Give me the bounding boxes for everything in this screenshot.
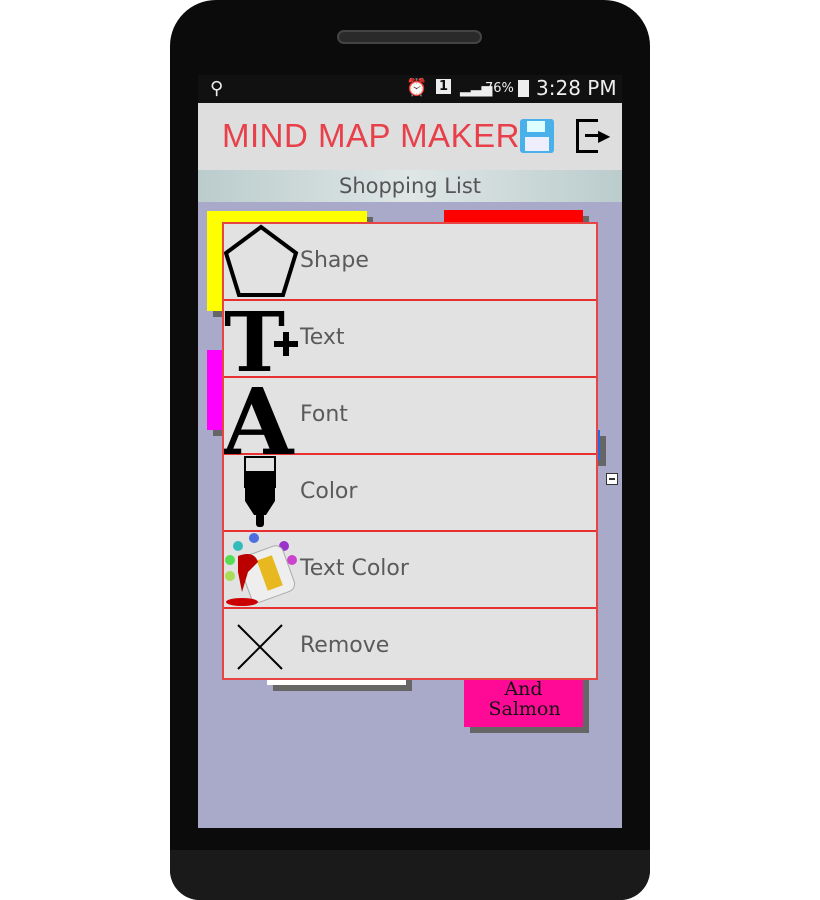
menu-item-text-color[interactable]: Text Color — [224, 532, 596, 609]
save-floppy-icon[interactable] — [520, 119, 554, 153]
map-title-bar: Shopping List — [198, 170, 622, 202]
paintbrush-icon — [244, 456, 276, 527]
menu-item-font[interactable]: A Font — [224, 378, 596, 455]
sim-icon: 1 — [436, 79, 452, 94]
app-title: MIND MAP MAKER — [222, 117, 520, 154]
pentagon-icon — [224, 224, 299, 297]
svg-text:A: A — [224, 378, 295, 455]
menu-item-text[interactable]: T Text — [224, 301, 596, 378]
svg-text:T: T — [224, 301, 285, 378]
menu-label: Text — [300, 325, 345, 350]
menu-item-remove[interactable]: Remove — [224, 609, 596, 686]
text-add-icon: T — [224, 301, 298, 378]
context-menu: Shape T Text A Font Color Text Color Rem… — [222, 222, 598, 680]
menu-label: Shape — [300, 248, 369, 273]
alarm-icon: ⏰ — [406, 78, 428, 98]
map-title[interactable]: Shopping List — [198, 174, 622, 198]
battery-charging-icon — [518, 80, 529, 97]
phone-chin — [170, 850, 650, 900]
menu-label: Font — [300, 402, 348, 427]
battery-text: 76% — [485, 81, 514, 96]
paint-bucket-icon — [225, 533, 297, 606]
font-icon: A — [224, 378, 295, 455]
clock: 3:28 PM — [536, 76, 617, 100]
menu-label: Remove — [300, 633, 390, 658]
usb-icon: ⚲ — [210, 78, 224, 99]
app-header: MIND MAP MAKER ▶ — [198, 103, 622, 170]
status-bar: ⚲ ⏰ 1 ▂▃▅ 76% 3:28 PM — [198, 75, 622, 103]
phone-speaker — [337, 30, 482, 44]
menu-label: Color — [300, 479, 358, 504]
menu-label: Text Color — [300, 556, 409, 581]
close-x-icon — [237, 624, 283, 670]
menu-item-color[interactable]: Color — [224, 455, 596, 532]
menu-item-shape[interactable]: Shape — [224, 224, 596, 301]
exit-icon[interactable]: ▶ — [576, 119, 610, 153]
screen: ⚲ ⏰ 1 ▂▃▅ 76% 3:28 PM MIND MAP MAKER ▶ S… — [198, 75, 622, 828]
collapse-icon[interactable] — [606, 473, 618, 485]
